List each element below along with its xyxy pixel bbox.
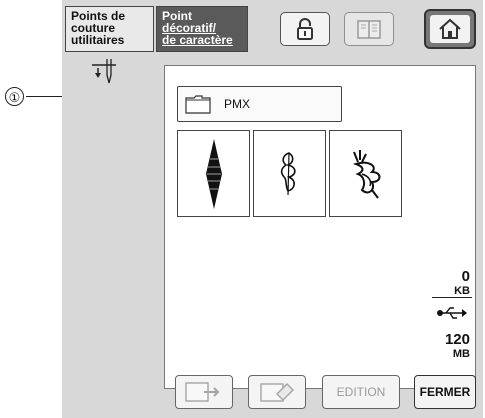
free-memory-value: 120: [444, 331, 470, 348]
used-memory: 0 KB: [454, 268, 470, 298]
lock-button[interactable]: [280, 12, 330, 46]
home-button[interactable]: [424, 9, 476, 49]
edition-button[interactable]: EDITION: [322, 375, 400, 409]
memory-divider: [432, 297, 472, 298]
free-memory-unit: MB: [452, 348, 470, 360]
load-to-machine-button[interactable]: [175, 375, 233, 409]
eraser-icon: [260, 383, 294, 402]
callout-number: ①: [5, 87, 24, 106]
pattern-thumbnail-1[interactable]: [177, 130, 250, 217]
manual-button[interactable]: [344, 12, 394, 46]
tab-utility-line3: utilitaires: [71, 33, 125, 47]
satin-diamond-stitch-icon: [205, 138, 222, 209]
close-label: FERMER: [419, 385, 471, 399]
edition-label: EDITION: [336, 385, 386, 399]
used-memory-value: 0: [461, 268, 470, 285]
import-pattern-icon: [185, 382, 220, 402]
tab-utility-stitches[interactable]: Points de couture utilitaires: [65, 6, 154, 52]
floral-motif-stitch-icon: [352, 149, 380, 199]
free-memory: 120 MB: [444, 331, 470, 361]
pattern-thumbnail-2[interactable]: [253, 130, 326, 217]
book-icon: [357, 20, 381, 39]
lock-icon: [297, 18, 313, 40]
tab-decorative-line3: de caractère: [162, 33, 233, 47]
needle-position-icon: [92, 59, 116, 84]
tab-decorative-stitches[interactable]: Point décoratif/ de caractère: [156, 6, 248, 52]
delete-button[interactable]: [248, 375, 306, 409]
used-memory-unit: KB: [454, 285, 470, 297]
machine-screen: Points de couture utilitaires Point déco…: [62, 0, 483, 418]
close-button[interactable]: FERMER: [414, 375, 476, 409]
folder-name: PMX: [224, 97, 251, 111]
leaf-outline-stitch-icon: [280, 151, 296, 195]
memory-sidebar: 0 KB 120 MB: [402, 65, 476, 389]
pattern-thumbnail-3[interactable]: [329, 130, 402, 217]
usb-icon: [437, 307, 467, 319]
home-icon: [439, 18, 461, 39]
folder-icon: [185, 95, 211, 114]
folder-item-pmx[interactable]: PMX: [177, 86, 342, 122]
